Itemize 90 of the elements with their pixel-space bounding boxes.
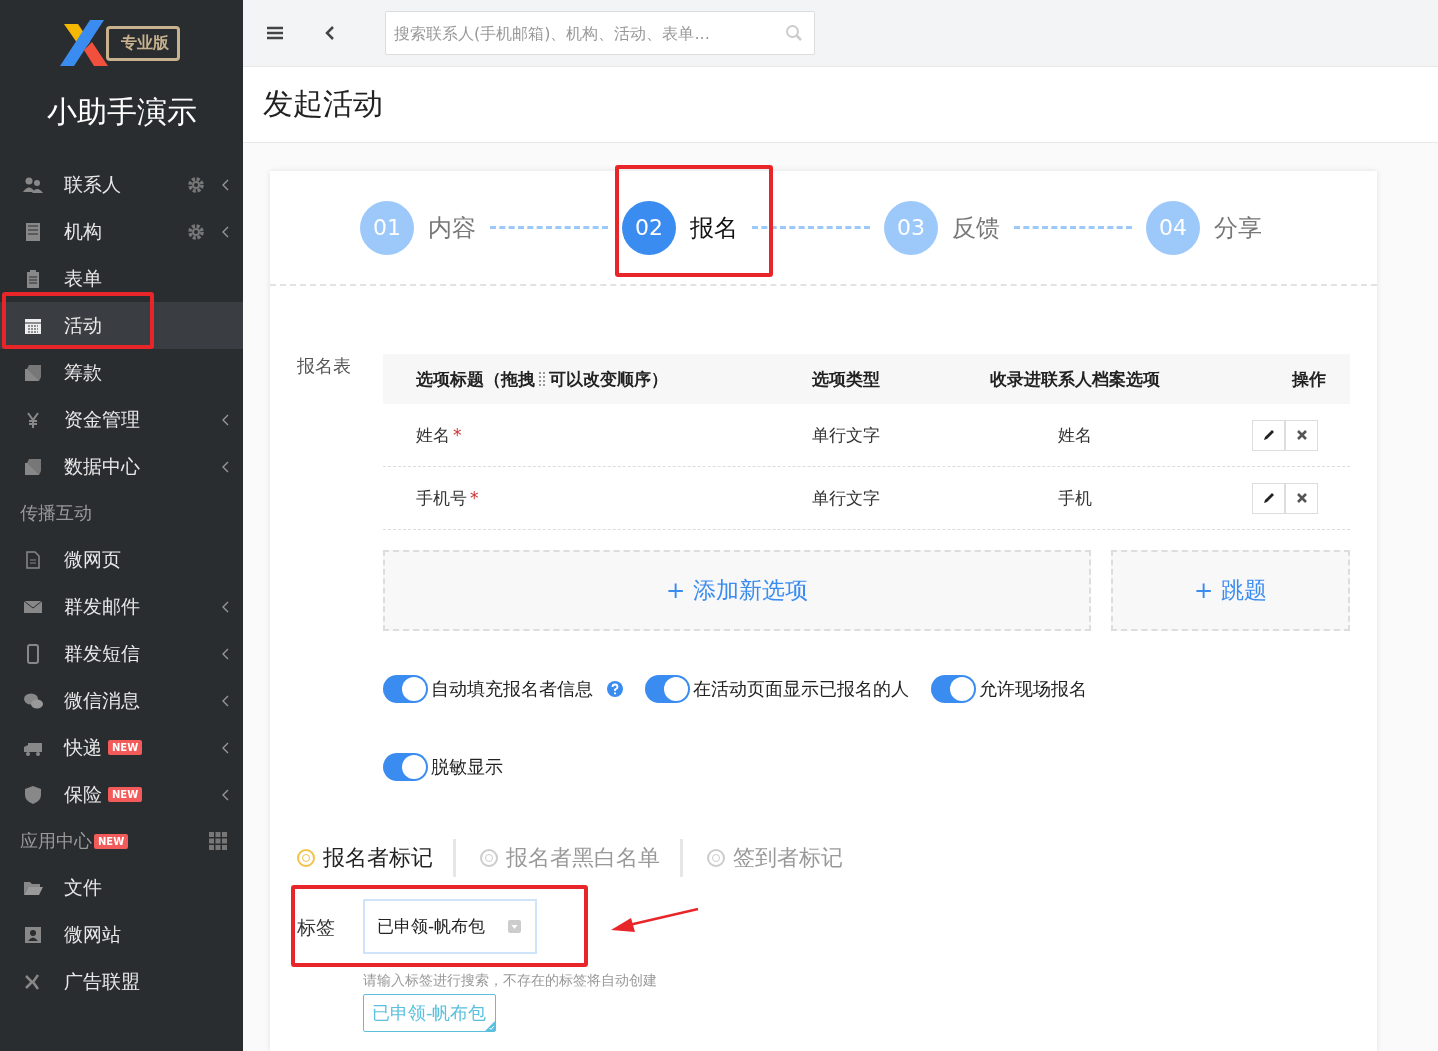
sidebar-item-label: 文件 [64, 874, 102, 900]
sidebar-item-label: 联系人 [64, 171, 121, 197]
sidebar-item-label: 群发短信 [64, 640, 140, 666]
close-icon [1295, 492, 1308, 504]
column-header: 收录进联系人档案选项 [989, 367, 1161, 391]
delete-button[interactable] [1285, 482, 1318, 514]
contact-icon [22, 924, 44, 945]
step-item[interactable]: 04 分享 [1146, 200, 1262, 255]
sidebar-item-label: 保险 [64, 781, 102, 807]
sidebar-item-label: 群发邮件 [64, 593, 140, 619]
sidebar-item-label: 活动 [64, 312, 102, 338]
caret-icon [508, 920, 521, 933]
brand-name: 小助手演示 [45, 93, 198, 131]
sidebar-item[interactable]: 机构 [0, 208, 243, 255]
toggle-label: 允许现场报名 [979, 677, 1087, 701]
menu-icon[interactable] [267, 26, 283, 40]
table-cell-text: 姓名 [1057, 423, 1093, 447]
pencil-icon [1261, 491, 1276, 505]
table-cell-text: 单行文字 [812, 486, 881, 510]
sidebar-item-label: 微信消息 [64, 687, 140, 713]
edit-button[interactable] [1252, 419, 1285, 451]
column-header: 选项标题（拖拽 可以改变顺序） [415, 367, 669, 391]
sidebar-item[interactable]: 联系人 [0, 161, 243, 208]
toggle-switch[interactable] [383, 753, 428, 781]
toggle-label: 在活动页面显示已报名的人 [693, 677, 909, 701]
sidebar-item-label: 快递 [64, 734, 102, 760]
sidebar-item[interactable]: 保险 NEW [0, 771, 243, 818]
step-item[interactable]: 01 内容 [360, 200, 476, 255]
column-header: 选项类型 [812, 367, 881, 391]
tag-select[interactable]: 已申领-帆布包 [363, 899, 537, 954]
sidebar-item[interactable]: 表单 [0, 255, 243, 302]
form-label: 报名表 [297, 354, 352, 378]
box-icon [22, 362, 44, 383]
pencil-icon [1261, 428, 1276, 442]
toggle-label: 脱敏显示 [431, 755, 503, 779]
sidebar-item[interactable]: 资金管理 [0, 396, 243, 443]
sidebar-item[interactable]: 微网页 [0, 536, 243, 583]
table-cell-text: 单行文字 [812, 423, 881, 447]
table-cell-text: 手机号 * [415, 486, 480, 510]
step-item[interactable]: 03 反馈 [884, 200, 1000, 255]
grid-icon[interactable] [209, 832, 227, 850]
sidebar-item[interactable]: 微网站 [0, 911, 243, 958]
edit-button[interactable] [1252, 482, 1285, 514]
close-icon [1295, 429, 1308, 441]
sidebar-item-label: 机构 [64, 218, 102, 244]
sidebar-item-label: 数据中心 [64, 453, 140, 479]
delete-button[interactable] [1285, 419, 1318, 451]
toggle-switch[interactable] [931, 675, 976, 703]
toggle-label: 自动填充报名者信息 [431, 677, 593, 701]
sidebar-item-label: 资金管理 [64, 406, 140, 432]
sidebar-item[interactable]: 广告联盟 [0, 958, 243, 1005]
tab[interactable]: 报名者标记 [297, 843, 433, 873]
page-title: 发起活动 [263, 85, 383, 123]
step-item[interactable]: 02 报名 [622, 200, 738, 255]
search-icon [785, 24, 803, 42]
new-badge: NEW [108, 787, 143, 802]
box-icon [22, 456, 44, 477]
drag-handle-icon [538, 370, 546, 388]
edition-badge: 专业版 [105, 25, 180, 61]
field-label: 标签 [297, 915, 336, 940]
sidebar-item[interactable]: 数据中心 [0, 443, 243, 490]
sidebar-section-label: 应用中心 [20, 829, 92, 853]
chevron-left-icon[interactable] [325, 25, 335, 41]
sidebar-item[interactable]: 快递 NEW [0, 724, 243, 771]
toggle-switch[interactable] [383, 675, 428, 703]
sidebar-item-label: 筹款 [64, 359, 102, 385]
sidebar-item[interactable]: 活动 [0, 302, 243, 349]
new-badge: NEW [108, 740, 143, 755]
shield-icon [22, 784, 44, 805]
sidebar-item-label: 表单 [64, 265, 102, 291]
help-icon[interactable] [607, 681, 623, 697]
table-cell-text: 手机 [1057, 486, 1093, 510]
settings-icon[interactable] [187, 222, 205, 241]
new-badge: NEW [94, 833, 129, 849]
sidebar-item[interactable]: 群发邮件 [0, 583, 243, 630]
table-cell-text: 姓名 * [415, 423, 463, 447]
sidebar-item[interactable]: 筹款 [0, 349, 243, 396]
sidebar-item[interactable]: 群发短信 [0, 630, 243, 677]
toggle-switch[interactable] [645, 675, 690, 703]
check-icon [484, 1021, 495, 1031]
sidebar-item-label: 微网站 [64, 921, 121, 947]
sidebar-item[interactable]: 文件 [0, 864, 243, 911]
sidebar-item-label: 微网页 [64, 546, 121, 572]
settings-icon[interactable] [187, 175, 205, 194]
sidebar-item[interactable]: 微信消息 [0, 677, 243, 724]
field-hint: 请输入标签进行搜索，不存在的标签将自动创建 [363, 972, 657, 990]
sidebar-section-label: 传播互动 [20, 501, 92, 525]
sidebar-item-label: 广告联盟 [64, 968, 140, 994]
search-field[interactable]: 搜索联系人(手机邮箱)、机构、活动、表单... [385, 11, 815, 55]
column-header: 操作 [1290, 367, 1327, 391]
